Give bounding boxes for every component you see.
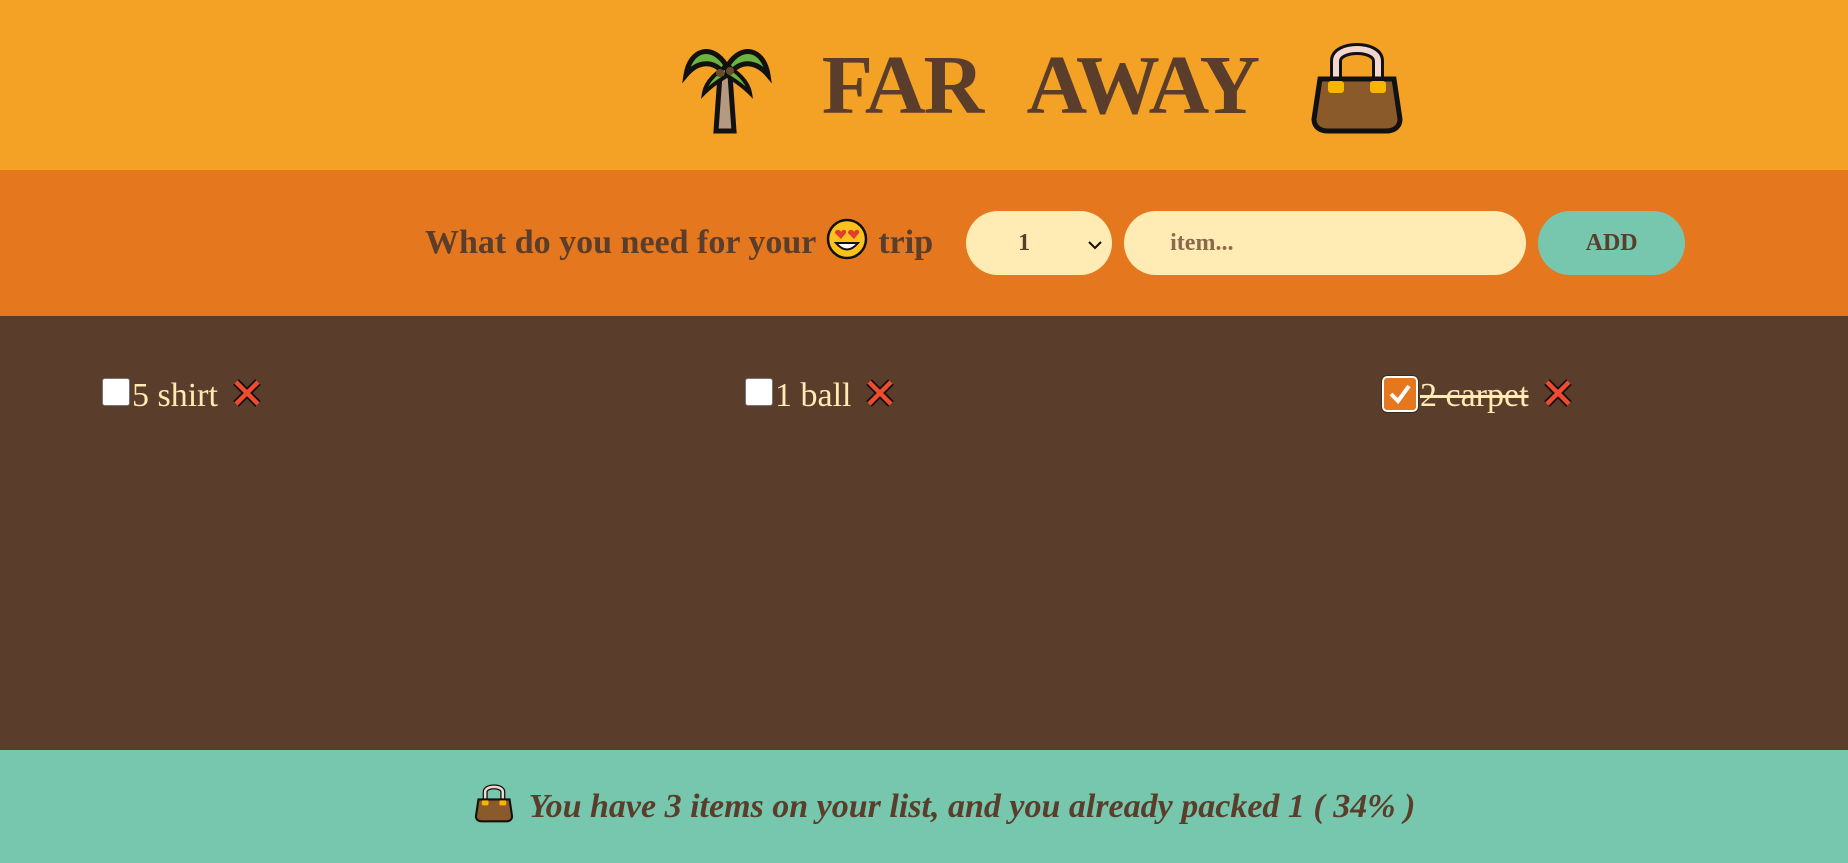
packed-checkbox[interactable]	[745, 377, 773, 406]
app-title: FAR AWAY	[821, 38, 1260, 132]
chevron-down-icon	[1088, 230, 1102, 257]
delete-icon[interactable]	[1543, 378, 1573, 417]
app-header: FAR AWAY	[0, 0, 1848, 170]
add-item-form: What do you need for your trip 1 item...…	[0, 170, 1848, 316]
stats-footer: You have 3 items on your list, and you a…	[0, 750, 1848, 863]
packing-list: 5 shirt 1 ball 2 carpet	[0, 316, 1848, 750]
stats-text: You have 3 items on your list, and you a…	[528, 787, 1416, 825]
prompt-trip-text: trip	[878, 224, 934, 261]
list-item: 2 carpet	[1381, 374, 1573, 417]
item-text: 1 ball	[775, 376, 852, 414]
heart-eyes-face-icon	[826, 218, 868, 269]
item-input[interactable]: item...	[1124, 211, 1527, 275]
checkmark-icon	[1389, 384, 1411, 404]
list-item: 5 shirt	[102, 376, 262, 415]
handbag-icon	[473, 781, 515, 832]
prompt-text: What do you need for your	[425, 224, 817, 261]
item-text: 2 carpet	[1420, 376, 1529, 414]
palm-tree-icon	[681, 35, 772, 135]
quantity-select[interactable]: 1	[966, 211, 1113, 275]
handbag-icon	[1308, 35, 1406, 135]
item-text: 5 shirt	[132, 376, 218, 414]
packed-checkbox[interactable]	[102, 377, 130, 406]
form-prompt: What do you need for your trip	[425, 218, 933, 269]
delete-icon[interactable]	[865, 378, 895, 417]
add-button[interactable]: ADD	[1538, 211, 1686, 275]
item-input-placeholder: item...	[1170, 229, 1234, 256]
quantity-value: 1	[1018, 229, 1031, 256]
delete-icon[interactable]	[232, 378, 262, 417]
packed-checkbox[interactable]	[1381, 374, 1419, 413]
list-item: 1 ball	[745, 376, 895, 415]
